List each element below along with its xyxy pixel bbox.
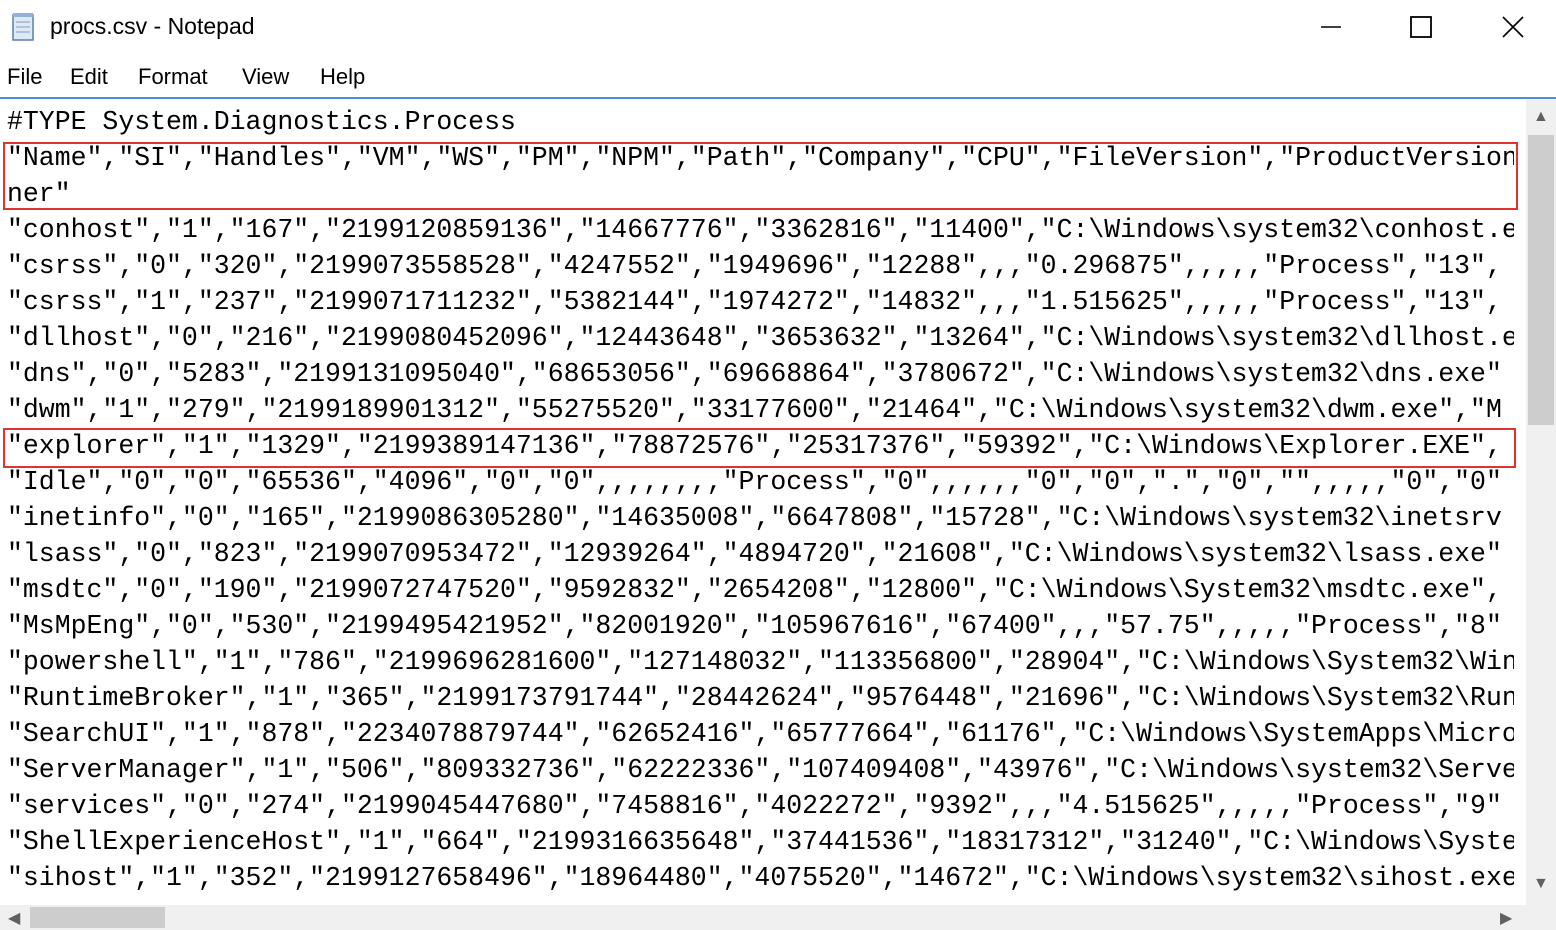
text-editor[interactable]: "sihost","1","352","2199127658496","1896… bbox=[0, 100, 1526, 905]
text-line: "msdtc","0","190","2199072747520","95928… bbox=[7, 575, 1502, 605]
explorer-highlight-box bbox=[3, 428, 1516, 468]
text-line: "dwm","1","279","2199189901312","5527552… bbox=[7, 395, 1502, 425]
text-line: "ShellExperienceHost","1","664","2199316… bbox=[7, 827, 1514, 857]
scroll-right-icon[interactable]: ▶ bbox=[1500, 908, 1512, 928]
minimize-icon bbox=[1321, 26, 1341, 28]
notepad-icon bbox=[12, 13, 34, 41]
scroll-left-icon[interactable]: ◀ bbox=[8, 908, 20, 928]
text-line: "ServerManager","1","506","809332736","6… bbox=[7, 755, 1514, 785]
horizontal-scrollbar[interactable]: ◀ ▶ bbox=[0, 905, 1526, 930]
text-line: "sihost","1","352","2199127658496","1896… bbox=[7, 863, 1514, 893]
menu-file[interactable]: File bbox=[7, 64, 42, 90]
title-bar: procs.csv - Notepad bbox=[0, 0, 1556, 56]
maximize-button[interactable] bbox=[1376, 0, 1466, 54]
menu-view[interactable]: View bbox=[242, 64, 289, 90]
minimize-button[interactable] bbox=[1286, 0, 1376, 54]
text-line: "inetinfo","0","165","2199086305280","14… bbox=[7, 503, 1502, 533]
menu-format[interactable]: Format bbox=[138, 64, 208, 90]
resize-grip[interactable] bbox=[1526, 905, 1556, 930]
text-line: "RuntimeBroker","1","365","2199173791744… bbox=[7, 683, 1514, 713]
scroll-down-icon[interactable]: ▼ bbox=[1533, 875, 1549, 893]
menu-bar: File Edit Format View Help bbox=[0, 56, 1556, 99]
text-line: "services","0","274","2199045447680","74… bbox=[7, 791, 1502, 821]
text-line: "dllhost","0","216","2199080452096","124… bbox=[7, 323, 1514, 353]
text-line: "csrss","1","237","2199071711232","53821… bbox=[7, 287, 1502, 317]
menu-help[interactable]: Help bbox=[320, 64, 365, 90]
close-icon bbox=[1502, 16, 1524, 38]
window-title: procs.csv - Notepad bbox=[50, 13, 255, 39]
text-line: "SearchUI","1","878","2234078879744","62… bbox=[7, 719, 1514, 749]
menu-edit[interactable]: Edit bbox=[70, 64, 108, 90]
horizontal-scroll-thumb[interactable] bbox=[30, 907, 165, 928]
text-line: "Idle","0","0","65536","4096","0","0",,,… bbox=[7, 467, 1502, 497]
header-highlight-box bbox=[3, 142, 1518, 210]
text-line: "MsMpEng","0","530","2199495421952","820… bbox=[7, 611, 1502, 641]
scroll-up-icon[interactable]: ▲ bbox=[1533, 108, 1549, 126]
maximize-icon bbox=[1410, 16, 1432, 38]
text-line: "csrss","0","320","2199073558528","42475… bbox=[7, 251, 1502, 281]
vertical-scroll-thumb[interactable] bbox=[1528, 135, 1554, 425]
text-line: "powershell","1","786","2199696281600","… bbox=[7, 647, 1514, 677]
text-line: "conhost","1","167","2199120859136","146… bbox=[7, 215, 1514, 245]
text-line: "lsass","0","823","2199070953472","12939… bbox=[7, 539, 1502, 569]
close-button[interactable] bbox=[1468, 0, 1556, 54]
text-line: "dns","0","5283","2199131095040","686530… bbox=[7, 359, 1502, 389]
text-line: #TYPE System.Diagnostics.Process bbox=[7, 107, 516, 137]
vertical-scrollbar[interactable]: ▲ ▼ bbox=[1526, 100, 1556, 905]
